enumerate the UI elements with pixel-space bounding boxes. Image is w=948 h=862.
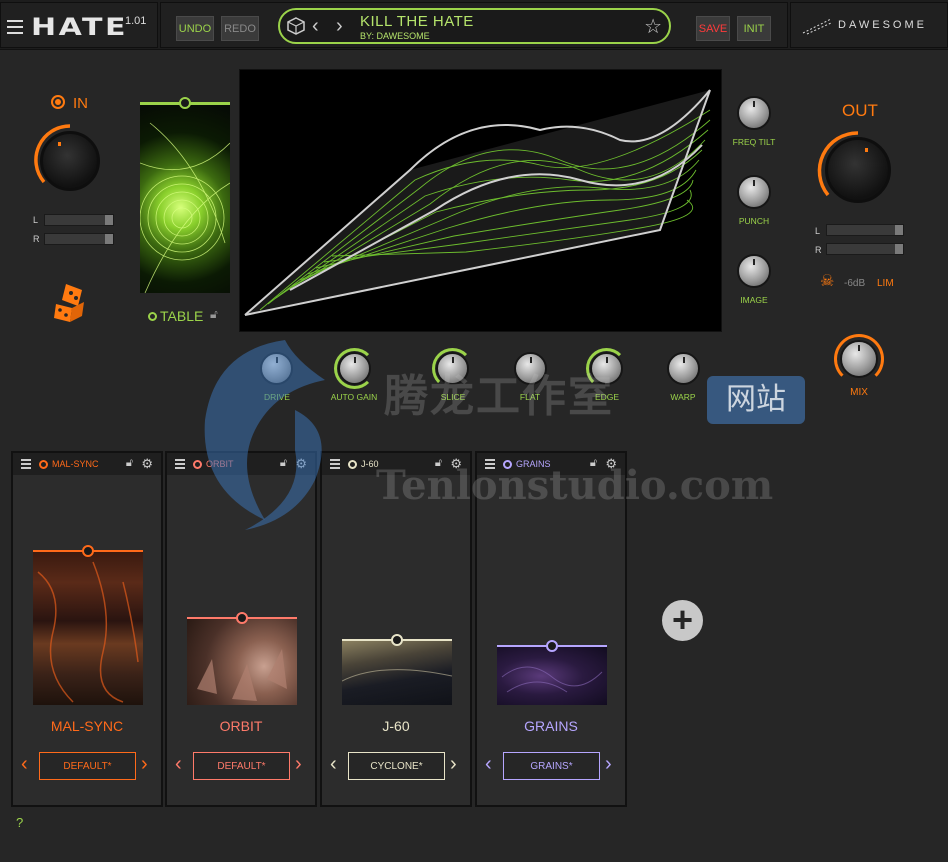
module-texture-image[interactable]	[187, 619, 297, 705]
brand-name: DAWESOME	[838, 19, 927, 31]
punch-label: PUNCH	[738, 216, 770, 226]
warp-knob[interactable]	[667, 352, 700, 385]
module-preset-selector[interactable]: CYCLONE*	[348, 752, 445, 780]
module-name: MAL-SYNC	[50, 718, 124, 734]
input-gain-knob[interactable]	[40, 131, 100, 191]
output-gain-knob[interactable]	[825, 137, 891, 203]
input-meter-r	[44, 233, 114, 245]
header-bar: HATE 1.01 UNDO REDO SAVE INIT ‹ › KILL T…	[0, 0, 948, 50]
init-button[interactable]: INIT	[737, 16, 771, 41]
module-position-handle[interactable]	[236, 612, 248, 624]
wavetable-image[interactable]	[140, 103, 230, 293]
output-meter-l	[826, 224, 904, 236]
table-position-handle[interactable]	[179, 97, 191, 109]
module-prev-preset-icon[interactable]: ‹	[175, 753, 182, 776]
image-knob[interactable]	[737, 254, 771, 288]
module-lock-icon[interactable]: 🔓︎	[126, 457, 133, 470]
waveform-3d-display	[239, 69, 722, 332]
module-texture-image[interactable]	[497, 647, 607, 705]
module-next-preset-icon[interactable]: ›	[450, 753, 457, 776]
preset-browser[interactable]: ‹ › KILL THE HATE BY: DAWESOME ☆	[278, 8, 671, 44]
undo-button[interactable]: UNDO	[176, 16, 214, 41]
module-power-icon[interactable]	[39, 460, 48, 469]
add-module-button[interactable]: +	[662, 600, 703, 641]
module-position-handle[interactable]	[82, 545, 94, 557]
module-prev-preset-icon[interactable]: ‹	[330, 753, 337, 776]
module-preset-selector[interactable]: DEFAULT*	[193, 752, 290, 780]
module-name: GRAINS	[524, 718, 578, 734]
table-power-icon[interactable]	[148, 312, 157, 321]
module-next-preset-icon[interactable]: ›	[141, 753, 148, 776]
mix-label: MIX	[850, 387, 868, 398]
limiter-db: -6dB	[844, 278, 866, 289]
preset-author: BY: DAWESOME	[360, 31, 430, 41]
module-title: MAL-SYNC	[52, 459, 99, 469]
redo-button[interactable]: REDO	[221, 16, 259, 41]
limiter-label[interactable]: LIM	[877, 278, 894, 289]
module-texture-image[interactable]	[33, 552, 143, 705]
skull-icon[interactable]: ☠	[820, 271, 834, 291]
app-logo: HATE	[31, 13, 128, 41]
watermark-cn: 腾龙工作室	[384, 371, 614, 422]
module-preset-selector[interactable]: DEFAULT*	[39, 752, 136, 780]
randomize-dice-icon[interactable]	[52, 280, 92, 325]
module-prev-preset-icon[interactable]: ‹	[485, 753, 492, 776]
input-meter-r-label: R	[33, 234, 40, 244]
module-name: ORBIT	[219, 718, 263, 734]
preset-name: KILL THE HATE	[360, 13, 474, 30]
module-position-handle[interactable]	[391, 634, 403, 646]
module-prev-preset-icon[interactable]: ‹	[21, 753, 28, 776]
random-dice-icon[interactable]	[287, 17, 305, 35]
module-position-handle[interactable]	[546, 640, 558, 652]
app-version: 1.01	[125, 15, 147, 27]
module-next-preset-icon[interactable]: ›	[295, 753, 302, 776]
mix-knob[interactable]	[840, 340, 878, 378]
module-name: J-60	[382, 718, 410, 734]
watermark-url: Tenlonstudio.com	[376, 462, 774, 509]
next-preset-icon[interactable]: ›	[336, 15, 343, 38]
logo-box: HATE 1.01	[0, 2, 158, 48]
input-label: IN	[73, 95, 88, 112]
module-header: MAL-SYNC 🔓︎ ⚙	[13, 453, 161, 475]
output-meter-l-label: L	[815, 226, 821, 236]
watermark-site: 网站	[707, 376, 805, 424]
freq-tilt-label: FREQ TILT	[732, 137, 776, 147]
main-menu-icon[interactable]	[7, 20, 23, 34]
module-mal-sync: MAL-SYNC 🔓︎ ⚙ MAL-SYNC ‹ DEFAULT* ›	[11, 451, 163, 807]
punch-knob[interactable]	[737, 175, 771, 209]
input-meter-l	[44, 214, 114, 226]
output-label: OUT	[842, 101, 878, 120]
dawesome-logo-icon	[802, 18, 832, 35]
output-meter-r-label: R	[815, 245, 822, 255]
input-power-icon[interactable]	[51, 95, 65, 109]
help-button[interactable]: ?	[16, 815, 23, 830]
module-menu-icon[interactable]	[21, 459, 31, 471]
input-meter-l-label: L	[33, 215, 39, 225]
freq-tilt-knob[interactable]	[737, 96, 771, 130]
favorite-star-icon[interactable]: ☆	[644, 14, 662, 39]
module-texture-image[interactable]	[341, 641, 453, 705]
module-next-preset-icon[interactable]: ›	[605, 753, 612, 776]
dragon-watermark-icon	[204, 340, 325, 530]
module-gear-icon[interactable]: ⚙	[141, 456, 153, 472]
module-preset-selector[interactable]: GRAINS*	[503, 752, 600, 780]
image-label: IMAGE	[740, 295, 768, 305]
output-meter-r	[826, 243, 904, 255]
save-button[interactable]: SAVE	[696, 16, 730, 41]
prev-preset-icon[interactable]: ‹	[312, 15, 319, 38]
